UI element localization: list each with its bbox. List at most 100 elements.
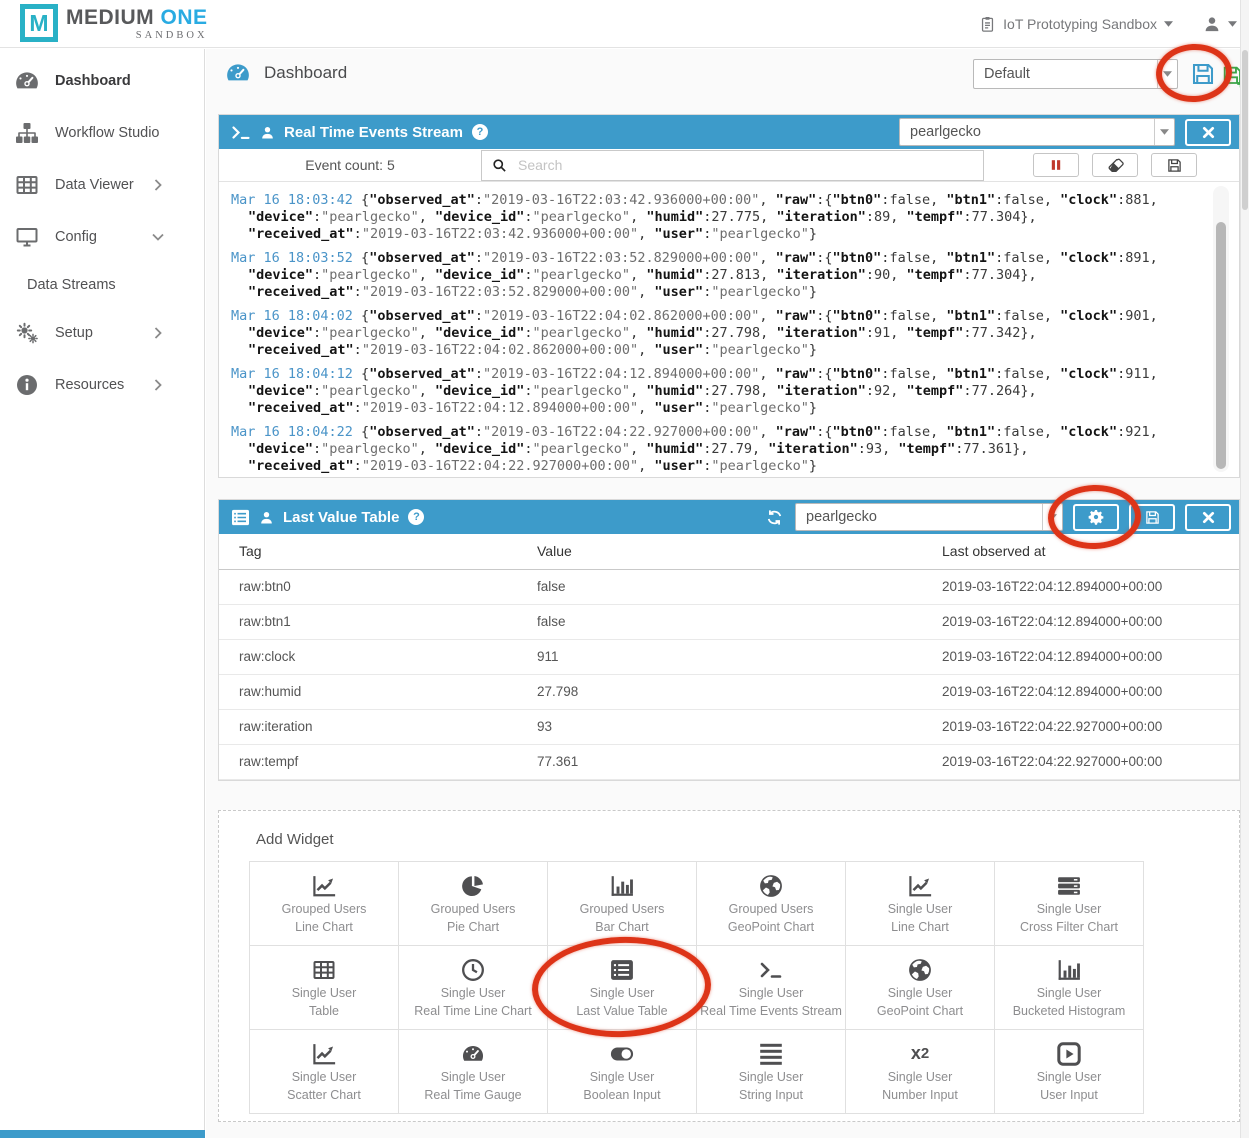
widget-label-line1: Grouped Users — [431, 901, 516, 918]
widget-tile-grouped-users-bar-chart[interactable]: Grouped UsersBar Chart — [548, 862, 697, 946]
sidebar-scroll-indicator[interactable] — [0, 1130, 205, 1138]
workspace-selector[interactable]: IoT Prototyping Sandbox — [979, 15, 1173, 33]
save-widget-button[interactable] — [1129, 504, 1175, 531]
value-cell: 911 — [517, 639, 922, 674]
widget-label-line1: Single User — [888, 1069, 953, 1086]
chevron-right-icon — [145, 373, 171, 397]
last-value-table-panel: Last Value Table ? pearlgecko — [218, 499, 1240, 781]
widget-tile-single-user-real-time-events-stream[interactable]: Single UserReal Time Events Stream — [697, 946, 846, 1030]
event-entry: Mar 16 18:04:22 {"observed_at":"2019-03-… — [231, 424, 1195, 475]
widget-tile-single-user-string-input[interactable]: Single UserString Input — [697, 1030, 846, 1114]
dashboard-select[interactable]: Default — [973, 59, 1178, 89]
dashboard-gauge-icon — [225, 61, 251, 85]
page-scrollbar[interactable] — [1240, 0, 1249, 1138]
sidebar-item-label: Setup — [55, 325, 93, 341]
widget-tile-single-user-user-input[interactable]: Single UserUser Input — [995, 1030, 1144, 1114]
close-widget-button[interactable] — [1185, 504, 1231, 531]
tag-cell: raw:btn1 — [219, 604, 517, 639]
user-menu[interactable] — [1203, 15, 1237, 33]
value-cell: 77.361 — [517, 744, 922, 779]
terminal-icon — [759, 956, 783, 984]
widget-label-line2: GeoPoint Chart — [728, 919, 814, 936]
widget-tile-single-user-table[interactable]: Single UserTable — [250, 946, 399, 1030]
refresh-icon[interactable] — [766, 509, 783, 526]
search-input[interactable] — [516, 156, 973, 174]
globe-icon — [908, 956, 932, 984]
value-cell: 93 — [517, 709, 922, 744]
widget-tile-single-user-cross-filter-chart[interactable]: Single UserCross Filter Chart — [995, 862, 1144, 946]
widget-label-line1: Single User — [1037, 985, 1102, 1002]
widget-tile-single-user-number-input[interactable]: x2Single UserNumber Input — [846, 1030, 995, 1114]
sidebar-item-label: Workflow Studio — [55, 125, 160, 141]
widget-label-line2: Cross Filter Chart — [1020, 919, 1118, 936]
sidebar-item-data-streams[interactable]: Data Streams — [0, 263, 204, 307]
help-icon[interactable]: ? — [408, 509, 424, 525]
sidebar-item-data-viewer[interactable]: Data Viewer — [0, 159, 204, 211]
widget-label-line1: Single User — [441, 985, 506, 1002]
widget-tile-single-user-bucketed-histogram[interactable]: Single UserBucketed Histogram — [995, 946, 1144, 1030]
caret-down-icon — [1157, 60, 1177, 88]
sidebar-item-dashboard[interactable]: Dashboard — [0, 55, 204, 107]
widget-tile-grouped-users-geopoint-chart[interactable]: Grouped UsersGeoPoint Chart — [697, 862, 846, 946]
single-user-icon — [260, 125, 275, 140]
widget-tile-single-user-boolean-input[interactable]: Single UserBoolean Input — [548, 1030, 697, 1114]
widget-tile-grouped-users-pie-chart[interactable]: Grouped UsersPie Chart — [399, 862, 548, 946]
tag-cell: raw:btn0 — [219, 569, 517, 604]
sidebar-item-workflow-studio[interactable]: Workflow Studio — [0, 107, 204, 159]
table-row-raw-btn0: raw:btn0false2019-03-16T22:04:12.894000+… — [219, 569, 1239, 604]
widget-tile-single-user-last-value-table[interactable]: Single UserLast Value Table — [548, 946, 697, 1030]
sidebar-item-resources[interactable]: Resources — [0, 359, 204, 411]
pause-stream-button[interactable] — [1033, 153, 1079, 177]
widget-label-line1: Single User — [888, 985, 953, 1002]
widget-label-line2: User Input — [1040, 1087, 1098, 1104]
sitemap-icon — [14, 121, 40, 145]
last-observed-cell: 2019-03-16T22:04:12.894000+00:00 — [922, 674, 1239, 709]
clear-stream-button[interactable] — [1092, 153, 1138, 177]
last-observed-cell: 2019-03-16T22:04:12.894000+00:00 — [922, 604, 1239, 639]
page-scrollbar-thumb[interactable] — [1242, 50, 1248, 210]
widget-label-line2: Bar Chart — [595, 919, 649, 936]
widget-label-line2: Real Time Line Chart — [414, 1003, 531, 1020]
event-entry: Mar 16 18:04:12 {"observed_at":"2019-03-… — [231, 366, 1195, 417]
caret-down-icon — [1164, 21, 1173, 27]
caret-down-icon — [1048, 514, 1057, 520]
widget-settings-button[interactable] — [1073, 504, 1119, 531]
last-observed-cell: 2019-03-16T22:04:22.927000+00:00 — [922, 709, 1239, 744]
column-header-last-observed: Last observed at — [922, 534, 1239, 569]
widget-tile-single-user-geopoint-chart[interactable]: Single UserGeoPoint Chart — [846, 946, 995, 1030]
value-cell: 27.798 — [517, 674, 922, 709]
widget-tile-single-user-scatter-chart[interactable]: Single UserScatter Chart — [250, 1030, 399, 1114]
chevron-down-icon — [145, 225, 171, 249]
desktop-icon — [14, 225, 40, 249]
bar-chart-icon — [610, 872, 634, 900]
save-dashboard-button[interactable] — [1191, 62, 1215, 86]
log-scrollbar-thumb[interactable] — [1216, 222, 1226, 469]
bar-chart-icon — [1057, 956, 1081, 984]
widget-tile-grouped-users-line-chart[interactable]: Grouped UsersLine Chart — [250, 862, 399, 946]
line-chart-icon — [312, 1040, 336, 1068]
close-widget-button[interactable] — [1185, 119, 1231, 146]
widget-tile-single-user-real-time-gauge[interactable]: Single UserReal Time Gauge — [399, 1030, 548, 1114]
device-select[interactable]: pearlgecko — [899, 118, 1175, 146]
sidebar-item-config[interactable]: Config — [0, 211, 204, 263]
user-icon — [1203, 15, 1221, 33]
panel-title: Last Value Table — [283, 509, 399, 526]
widget-tile-single-user-line-chart[interactable]: Single UserLine Chart — [846, 862, 995, 946]
save-stream-button[interactable] — [1151, 153, 1197, 177]
device-select[interactable]: pearlgecko — [795, 503, 1063, 531]
clipboard-icon — [979, 15, 996, 33]
sidebar-item-label: Data Streams — [27, 277, 116, 293]
help-icon[interactable]: ? — [472, 124, 488, 140]
play-square-icon — [1057, 1040, 1081, 1068]
log-scrollbar[interactable] — [1213, 186, 1229, 472]
widget-label-line2: Line Chart — [891, 919, 949, 936]
sidebar-item-label: Dashboard — [55, 73, 131, 89]
event-count: Event count: 5 — [219, 157, 481, 173]
save-icon — [1167, 158, 1182, 173]
real-time-events-stream-panel: Real Time Events Stream ? pearlgecko Eve… — [218, 114, 1240, 478]
widget-tile-single-user-real-time-line-chart[interactable]: Single UserReal Time Line Chart — [399, 946, 548, 1030]
widget-label-line1: Single User — [441, 1069, 506, 1086]
last-value-table: Tag Value Last observed at raw:btn0false… — [219, 534, 1239, 780]
sidebar-item-setup[interactable]: Setup — [0, 307, 204, 359]
list-table-icon — [231, 509, 250, 526]
